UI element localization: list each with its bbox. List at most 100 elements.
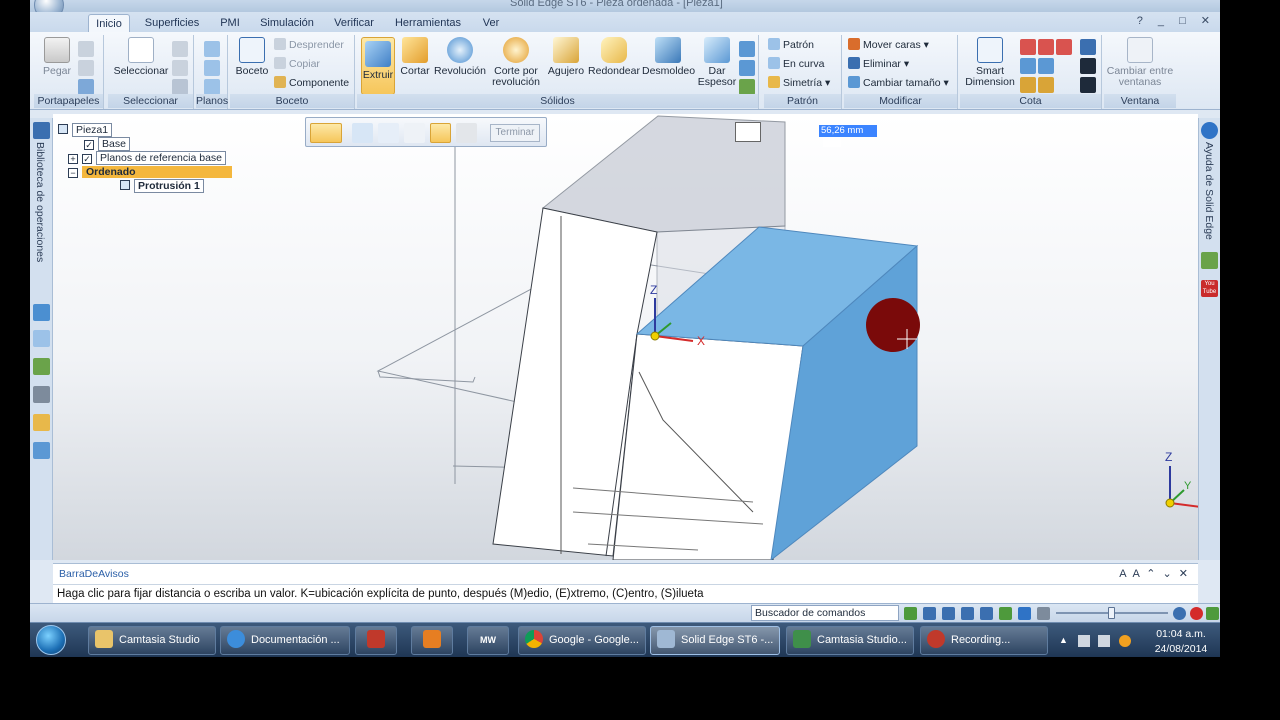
text-grow-icon[interactable] xyxy=(1080,58,1096,74)
select-tools-icon[interactable] xyxy=(172,79,188,95)
checkbox-icon[interactable]: ✓ xyxy=(84,140,94,150)
zoom-slider-thumb[interactable] xyxy=(1108,607,1115,619)
dimension-grid-icon[interactable] xyxy=(1038,77,1054,93)
angle-dimension-icon[interactable] xyxy=(1038,39,1054,55)
clock-date[interactable]: 24/08/2014 xyxy=(1150,643,1212,655)
network-icon[interactable] xyxy=(1078,635,1090,647)
plane-normal-icon[interactable] xyxy=(204,79,220,95)
dar-espesor-button[interactable]: Dar Espesor xyxy=(696,37,738,88)
pan-icon[interactable] xyxy=(980,607,993,620)
tab-pmi[interactable]: PMI xyxy=(214,14,246,32)
terminar-button[interactable]: Terminar xyxy=(490,124,540,142)
view-orientation-icon[interactable] xyxy=(1037,607,1050,620)
taskbar-item-media[interactable] xyxy=(411,626,453,655)
volume-icon[interactable] xyxy=(1098,635,1110,647)
agujero-button[interactable]: Agujero xyxy=(546,37,586,77)
zoom-in-icon[interactable] xyxy=(1173,607,1186,620)
plane-icon[interactable] xyxy=(204,41,220,57)
tab-verificar[interactable]: Verificar xyxy=(328,14,380,32)
patron-button[interactable]: Patrón xyxy=(768,37,814,53)
model-canvas[interactable] xyxy=(53,114,1198,560)
window-controls[interactable]: ? _ □ ✕ xyxy=(1137,14,1216,27)
prompt-bar-controls[interactable]: A A ⌃ ⌄ ✕ xyxy=(1119,567,1190,580)
keypoint-snap-icon[interactable] xyxy=(735,122,761,142)
tree-item-protrusion[interactable]: Protrusión 1 xyxy=(120,179,204,193)
select-box-icon[interactable] xyxy=(172,41,188,57)
taskbar-item-documentacion[interactable]: Documentación ... xyxy=(220,626,350,655)
solid-extra-icon-3[interactable] xyxy=(739,79,755,95)
command-finder-input[interactable]: Buscador de comandos xyxy=(751,605,899,621)
cambiar-tamano-button[interactable]: Cambiar tamaño ▾ xyxy=(848,75,949,91)
dimension-between-icon[interactable] xyxy=(1020,39,1036,55)
copy-icon[interactable] xyxy=(78,60,94,76)
view-orientation-triad[interactable] xyxy=(1165,466,1198,508)
text-shrink-icon[interactable] xyxy=(1080,77,1096,93)
help-icon[interactable] xyxy=(1201,122,1218,139)
dimension-value-input[interactable]: 56,26 mm xyxy=(819,125,877,147)
draw-profile-icon[interactable] xyxy=(378,123,399,143)
variables-icon[interactable] xyxy=(33,442,50,459)
select-plane-icon[interactable] xyxy=(352,123,373,143)
redondear-button[interactable]: Redondear xyxy=(588,37,640,77)
mover-caras-button[interactable]: Mover caras ▾ xyxy=(848,37,929,53)
solid-extra-icon-2[interactable] xyxy=(739,60,755,76)
seleccionar-button[interactable]: Seleccionar xyxy=(112,37,170,77)
feature-library-icon[interactable] xyxy=(33,122,50,139)
clock-time[interactable]: 01:04 a.m. xyxy=(1150,628,1212,640)
sensors-icon[interactable] xyxy=(33,358,50,375)
arrow-up-icon[interactable] xyxy=(1206,607,1219,620)
layers-icon[interactable] xyxy=(33,330,50,347)
taskbar-item-chrome[interactable]: Google - Google... xyxy=(518,626,646,655)
extrude-step-icon[interactable] xyxy=(310,123,342,143)
start-button[interactable] xyxy=(36,625,66,655)
tab-superficies[interactable]: Superficies xyxy=(140,14,204,32)
boceto-button[interactable]: Boceto xyxy=(232,37,272,77)
tree-item-planos[interactable]: + ✓ Planos de referencia base xyxy=(68,151,226,165)
smart-dimension-button[interactable]: Smart Dimension xyxy=(962,37,1018,88)
taskbar-item-app-red[interactable] xyxy=(355,626,397,655)
componente-button[interactable]: Componente xyxy=(274,75,349,91)
feature-library-tab[interactable]: Biblioteca de operaciones xyxy=(34,142,46,262)
family-icon[interactable] xyxy=(33,386,50,403)
simetria-button[interactable]: Simetría ▾ xyxy=(768,75,830,91)
tab-ver[interactable]: Ver xyxy=(476,14,506,32)
graphics-viewport[interactable]: Z X Z Y X Pieza1 ✓Base +✓Planos de refer… xyxy=(53,114,1198,560)
go-icon[interactable] xyxy=(904,607,917,620)
help-tab[interactable]: Ayuda de Solid Edge xyxy=(1203,142,1215,240)
format-painter-icon[interactable] xyxy=(78,79,94,95)
extruir-button[interactable]: Extruir xyxy=(361,37,395,95)
desprender-button[interactable]: Desprender xyxy=(274,37,344,53)
side-step-icon[interactable] xyxy=(404,123,425,143)
dimension-style-icon[interactable] xyxy=(1020,77,1036,93)
zoom-icon[interactable] xyxy=(942,607,955,620)
taskbar-item-mw[interactable]: MW xyxy=(467,626,509,655)
tutorial-icon[interactable] xyxy=(1201,252,1218,269)
tray-app-icon[interactable] xyxy=(1119,635,1131,647)
pathfinder-icon[interactable] xyxy=(33,304,50,321)
shaded-view-icon[interactable] xyxy=(1018,607,1031,620)
record-icon[interactable] xyxy=(1190,607,1203,620)
tab-simulacion[interactable]: Simulación xyxy=(256,14,318,32)
text-size-icon[interactable] xyxy=(1080,39,1096,55)
desmoldeo-button[interactable]: Desmoldeo xyxy=(642,37,695,77)
tray-expand-icon[interactable]: ▲ xyxy=(1059,635,1071,647)
cambiar-ventanas-button[interactable]: Cambiar entre ventanas xyxy=(1106,37,1174,88)
taskbar-item-camtasia-studio[interactable]: Camtasia Studio... xyxy=(786,626,914,655)
taskbar-item-solid-edge[interactable]: Solid Edge ST6 -... xyxy=(650,626,780,655)
en-curva-button[interactable]: En curva xyxy=(768,56,824,72)
relation-icon[interactable] xyxy=(1020,58,1036,74)
tab-inicio[interactable]: Inicio xyxy=(88,14,130,32)
cortar-button[interactable]: Cortar xyxy=(398,37,432,77)
reports-icon[interactable] xyxy=(33,414,50,431)
plane-angle-icon[interactable] xyxy=(204,60,220,76)
taskbar-item-recording[interactable]: Recording... xyxy=(920,626,1048,655)
corte-revolucion-button[interactable]: Corte por revolución xyxy=(488,37,544,88)
checkbox-icon[interactable]: ✓ xyxy=(82,154,92,164)
lock-dimension-icon[interactable] xyxy=(1038,58,1054,74)
coordinate-dimension-icon[interactable] xyxy=(1056,39,1072,55)
tree-item-base[interactable]: ✓ Base xyxy=(84,137,130,151)
collapse-icon[interactable]: − xyxy=(68,168,78,178)
taskbar-item-camtasia[interactable]: Camtasia Studio xyxy=(88,626,216,655)
tree-item-pieza1[interactable]: Pieza1 xyxy=(58,123,113,137)
tab-herramientas[interactable]: Herramientas xyxy=(390,14,466,32)
